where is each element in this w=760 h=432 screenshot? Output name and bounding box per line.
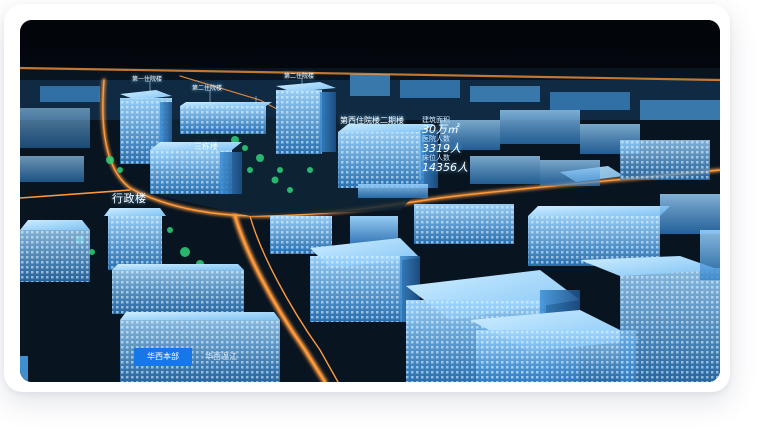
tab-huaxi-wenjiang[interactable]: 华西温江 (192, 348, 250, 366)
screenshot-card: 第一住院楼 第二住院楼 第二住院楼 三栋楼 第西住院楼二期楼 行政楼 建筑面积 … (4, 4, 730, 392)
tab-huaxi-main[interactable]: 华西本部 (134, 348, 192, 366)
stat-staff-value: 3319人 (422, 142, 461, 155)
label-inpatient-1: 第一住院楼 (132, 76, 163, 83)
label-west-inpatient: 第西住院楼二期楼 (340, 116, 404, 125)
label-inpatient-2: 第二住院楼 (192, 85, 223, 92)
label-building-large: 三栋楼 (194, 142, 218, 151)
label-admin: 行政楼 (112, 192, 147, 205)
hospital-stats-panel: 建筑面积 30万㎡ 医院人数 3319人 床位人数 14356人 (422, 116, 502, 173)
stat-beds-value: 14356人 (422, 161, 468, 174)
stat-area-value: 30万㎡ (422, 123, 458, 136)
map-viewport[interactable]: 第一住院楼 第二住院楼 第二住院楼 三栋楼 第西住院楼二期楼 行政楼 建筑面积 … (20, 20, 720, 382)
label-inpatient-2b: 第二住院楼 (284, 73, 315, 80)
campus-tabs: 华西本部 华西温江 (134, 348, 250, 366)
